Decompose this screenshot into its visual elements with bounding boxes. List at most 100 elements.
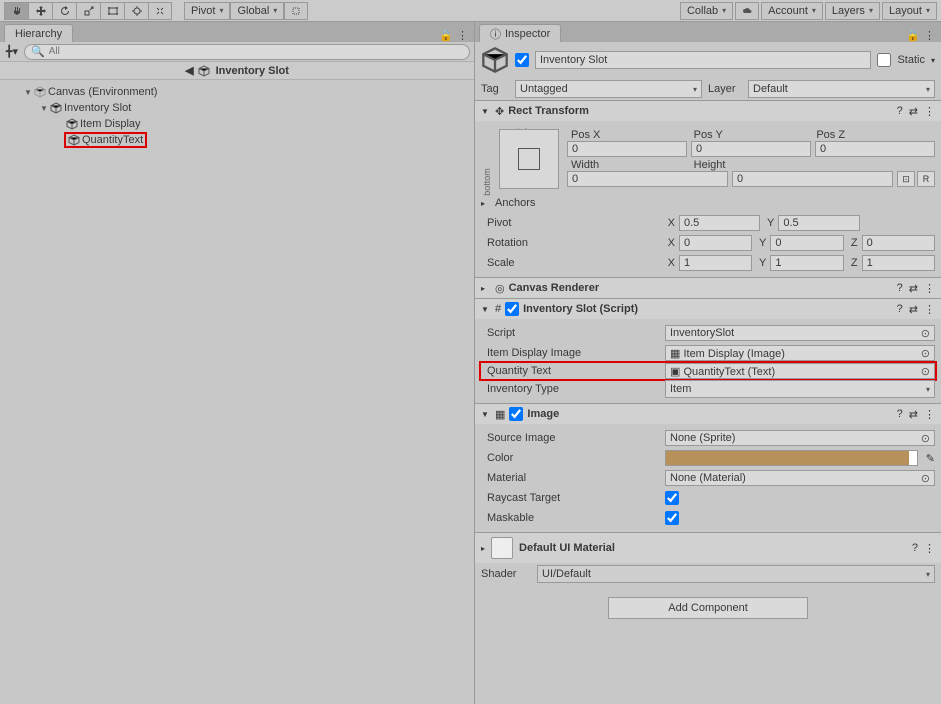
panel-lock-icon[interactable]: 🔒 <box>906 29 920 42</box>
source-image-field[interactable]: None (Sprite)⊙ <box>665 430 935 446</box>
preset-icon[interactable]: ⇄ <box>909 303 918 316</box>
breadcrumb-label: Inventory Slot <box>216 65 289 77</box>
scale-z-field[interactable]: 1 <box>862 255 935 271</box>
anchors-label[interactable]: Anchors <box>495 197 535 209</box>
layout-dropdown[interactable]: Layout <box>882 2 937 20</box>
static-label: Static <box>897 54 925 66</box>
object-picker-icon[interactable]: ⊙ <box>921 347 930 360</box>
prefab-breadcrumb[interactable]: ◀ Inventory Slot <box>0 62 474 80</box>
account-dropdown[interactable]: Account <box>761 2 823 20</box>
preset-icon[interactable]: ⇄ <box>909 408 918 421</box>
object-picker-icon[interactable]: ⊙ <box>921 472 930 485</box>
rect-transform-header[interactable]: ▼ ✥ Rect Transform ?⇄⋮ <box>475 101 941 121</box>
image-enabled-checkbox[interactable] <box>509 407 523 421</box>
menu-icon[interactable]: ⋮ <box>924 542 935 555</box>
help-icon[interactable]: ? <box>897 105 903 118</box>
rot-x-field[interactable]: 0 <box>679 235 752 251</box>
material-field[interactable]: None (Material)⊙ <box>665 470 935 486</box>
material-header[interactable]: ▸ Default UI Material ?⋮ <box>475 532 941 563</box>
hierarchy-tab[interactable]: Hierarchy <box>4 24 73 42</box>
scale-y-field[interactable]: 1 <box>770 255 843 271</box>
preset-icon[interactable]: ⇄ <box>909 282 918 295</box>
color-field[interactable] <box>665 450 918 466</box>
snap-toggle[interactable] <box>284 2 308 20</box>
cloud-button[interactable] <box>735 2 759 20</box>
rotate-tool[interactable] <box>52 2 76 20</box>
prefab-icon <box>198 65 210 77</box>
back-icon[interactable]: ◀ <box>185 64 193 77</box>
create-dropdown[interactable]: ╋▾ <box>4 45 20 58</box>
eyedropper-icon[interactable]: ✎ <box>926 452 935 465</box>
pivot-x-field[interactable]: 0.5 <box>679 215 760 231</box>
layer-label: Layer <box>708 83 742 95</box>
help-icon[interactable]: ? <box>897 303 903 316</box>
maskable-checkbox[interactable] <box>665 511 679 525</box>
raw-toggle[interactable]: R <box>917 171 935 187</box>
menu-icon[interactable]: ⋮ <box>924 105 935 118</box>
tree-item-slot[interactable]: ▼ Inventory Slot <box>0 100 474 116</box>
rect-tool[interactable] <box>100 2 124 20</box>
move-tool[interactable] <box>28 2 52 20</box>
gameobject-icon <box>68 134 80 146</box>
hierarchy-search[interactable]: 🔍 <box>24 44 470 60</box>
rot-z-field[interactable]: 0 <box>862 235 935 251</box>
pivot-label: Pivot <box>191 5 215 17</box>
image-component-header[interactable]: ▼ ▦ Image ?⇄⋮ <box>475 404 941 424</box>
layer-dropdown[interactable]: Default <box>748 80 935 98</box>
object-picker-icon[interactable]: ⊙ <box>921 365 930 378</box>
name-field[interactable] <box>535 51 871 69</box>
add-component-button[interactable]: Add Component <box>608 597 808 619</box>
inventory-slot-script-header[interactable]: ▼ # Inventory Slot (Script) ?⇄⋮ <box>475 299 941 319</box>
object-picker-icon[interactable]: ⊙ <box>921 327 930 340</box>
global-toggle[interactable]: Global <box>230 2 284 20</box>
panel-menu-icon[interactable]: ⋮ <box>457 29 468 42</box>
help-icon[interactable]: ? <box>912 542 918 555</box>
raycast-target-checkbox[interactable] <box>665 491 679 505</box>
posx-field[interactable]: 0 <box>567 141 687 157</box>
anchor-preset-button[interactable] <box>499 129 559 189</box>
active-checkbox[interactable] <box>515 53 529 67</box>
preset-icon[interactable]: ⇄ <box>909 105 918 118</box>
help-icon[interactable]: ? <box>897 408 903 421</box>
object-picker-icon[interactable]: ⊙ <box>921 432 930 445</box>
script-enabled-checkbox[interactable] <box>505 302 519 316</box>
quantity-text-field[interactable]: ▣ QuantityText (Text)⊙ <box>665 363 935 379</box>
canvas-renderer-icon: ◎ <box>495 282 505 295</box>
menu-icon[interactable]: ⋮ <box>924 303 935 316</box>
custom-tool[interactable] <box>148 2 172 20</box>
posz-field[interactable]: 0 <box>815 141 935 157</box>
blueprint-toggle[interactable]: ⊡ <box>897 171 915 187</box>
item-display-image-field[interactable]: ▦ Item Display (Image)⊙ <box>665 345 935 361</box>
transform-tool[interactable] <box>124 2 148 20</box>
help-icon[interactable]: ? <box>897 282 903 295</box>
canvas-renderer-header[interactable]: ▸ ◎ Canvas Renderer ?⇄⋮ <box>475 278 941 298</box>
scale-x-field[interactable]: 1 <box>679 255 752 271</box>
inventory-type-dropdown[interactable]: Item <box>665 380 935 398</box>
search-input[interactable] <box>49 46 463 57</box>
scale-tool[interactable] <box>76 2 100 20</box>
panel-menu-icon[interactable]: ⋮ <box>924 29 935 42</box>
width-field[interactable]: 0 <box>567 171 728 187</box>
material-preview-icon <box>491 537 513 559</box>
pivot-y-field[interactable]: 0.5 <box>778 215 859 231</box>
main-toolbar: Pivot Global Collab Account Layers Layou… <box>0 0 941 22</box>
menu-icon[interactable]: ⋮ <box>924 282 935 295</box>
height-field[interactable]: 0 <box>732 171 893 187</box>
tree-item-canvas[interactable]: ▼ Canvas (Environment) <box>0 84 474 100</box>
hand-tool[interactable] <box>4 2 28 20</box>
static-checkbox[interactable] <box>877 53 891 67</box>
panel-lock-icon[interactable]: 🔒 <box>439 29 453 42</box>
inspector-tab[interactable]: ⓘ Inspector <box>479 24 561 42</box>
collab-dropdown[interactable]: Collab <box>680 2 733 20</box>
hierarchy-tab-label: Hierarchy <box>15 28 62 40</box>
rot-y-field[interactable]: 0 <box>770 235 843 251</box>
tree-item-itemdisplay[interactable]: Item Display <box>0 116 474 132</box>
layers-dropdown[interactable]: Layers <box>825 2 880 20</box>
pivot-toggle[interactable]: Pivot <box>184 2 230 20</box>
posy-field[interactable]: 0 <box>691 141 811 157</box>
menu-icon[interactable]: ⋮ <box>924 408 935 421</box>
info-icon: ⓘ <box>490 26 501 42</box>
script-field: InventorySlot⊙ <box>665 325 935 341</box>
tag-dropdown[interactable]: Untagged <box>515 80 702 98</box>
tree-item-quantitytext[interactable]: QuantityText <box>0 132 474 148</box>
